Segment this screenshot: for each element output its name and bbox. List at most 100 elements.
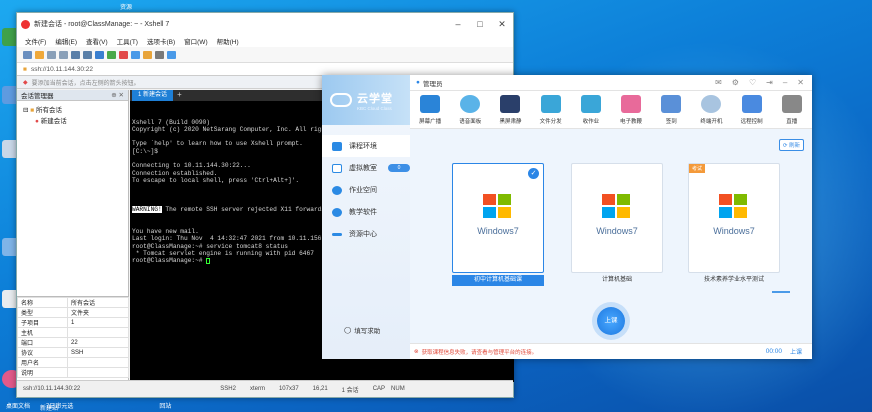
exit-icon[interactable]: ⇥ (766, 78, 773, 87)
tool-pointer[interactable]: 电子教鞭 (614, 95, 648, 125)
taskbar-item-1[interactable]: 桌面文档 (6, 401, 30, 410)
class-toggle-link[interactable]: 上课 (790, 347, 812, 356)
settings-icon[interactable]: ⚙ (732, 78, 739, 87)
property-row: 说明 (17, 367, 129, 378)
lock-icon[interactable] (143, 50, 152, 59)
menu-tab[interactable]: 选项卡(B) (147, 36, 175, 46)
bookmark-icon[interactable]: ◆ (23, 79, 28, 86)
feedback-link[interactable]: ◯ 填写求助 (344, 325, 380, 335)
nav-course-env[interactable]: 课程环境 (322, 135, 410, 157)
property-row: 协议 SSH (17, 347, 129, 358)
status-sessions[interactable]: 1 会话 (342, 385, 359, 394)
course-label-2[interactable]: 计算机基础 (571, 275, 663, 286)
xshell-menubar: 文件(F) 编辑(E) 查看(V) 工具(T) 选项卡(B) 窗口(W) 帮助(… (17, 35, 513, 47)
menu-file[interactable]: 文件(F) (25, 36, 46, 46)
status-address: ssh://10.11.144.30:22 (23, 386, 81, 392)
course-label-1[interactable]: 初中计算机基础课 (452, 275, 544, 286)
class-timer: 00:00 (765, 348, 782, 355)
tool-blackscreen[interactable]: 黑屏肃静 (493, 95, 527, 125)
font-icon[interactable] (155, 50, 164, 59)
card-os-text: Windows7 (596, 226, 638, 236)
disconnect-icon[interactable] (59, 50, 68, 59)
help-icon[interactable] (167, 50, 176, 59)
nav-virtual-classroom[interactable]: 虚拟教室 0 (322, 157, 410, 179)
tab-session[interactable]: 1 新建会话 (132, 90, 174, 101)
copy-icon[interactable] (71, 50, 80, 59)
status-num: NUM (391, 386, 405, 392)
session-manager-header: 会话管理器 ⊕ ✕ (17, 90, 128, 101)
menu-edit[interactable]: 编辑(E) (55, 36, 77, 46)
tool-collect-homework[interactable]: 收作业 (574, 95, 608, 125)
help-circle-icon: ◯ (344, 327, 352, 334)
nav-software[interactable]: 教学软件 (322, 201, 410, 223)
course-label-3[interactable]: 技术素养学业水平测试 (688, 275, 780, 286)
xshell-toolbar (17, 47, 513, 63)
tool-signin[interactable]: 签到 (654, 95, 688, 125)
status-term: xterm (249, 386, 265, 392)
menu-window[interactable]: 窗口(W) (184, 36, 207, 46)
card-os-text: Windows7 (713, 226, 755, 236)
property-key: 用户名 (17, 357, 68, 368)
course-card-1[interactable]: ✓ Windows7 (452, 163, 544, 273)
globe-icon[interactable] (95, 50, 104, 59)
open-folder-icon[interactable] (35, 50, 44, 59)
voice-icon (460, 95, 481, 113)
property-key: 类型 (17, 307, 68, 318)
refresh-button[interactable]: ⟳ 刷新 (778, 139, 804, 151)
status-caps: CAP (372, 386, 386, 392)
tool-power-on[interactable]: 终端开机 (694, 95, 728, 125)
folder-receive-icon (580, 95, 601, 113)
tree-child[interactable]: ● 新建会话 (23, 116, 122, 127)
add-tab-icon[interactable]: + (177, 91, 182, 99)
cloud-logo-icon (330, 93, 352, 107)
property-key: 协议 (17, 347, 68, 358)
windows-logo-icon (483, 194, 511, 218)
maximize-button[interactable]: □ (469, 19, 491, 30)
card-os-text: Windows7 (477, 226, 519, 236)
nav-resources[interactable]: 资源中心 (322, 223, 410, 245)
close-cc-button[interactable]: ✕ (797, 78, 804, 87)
menu-tools[interactable]: 工具(T) (117, 36, 138, 46)
xshell-titlebar[interactable]: 新建会话 - root@ClassManage: ~ - Xshell 7 – … (17, 13, 513, 35)
status-size: 107x37 (278, 386, 299, 392)
connect-icon[interactable] (47, 50, 56, 59)
xftp-icon[interactable] (119, 50, 128, 59)
scroll-indicator[interactable] (772, 291, 790, 293)
menu-view[interactable]: 查看(V) (86, 36, 108, 46)
find-icon[interactable] (83, 50, 92, 59)
chat-icon (332, 185, 342, 195)
property-row: 子项目 1 (17, 317, 129, 328)
start-class-button[interactable]: 上课 (597, 307, 625, 335)
cloudclass-window: 云学堂 KBC Cloud Class 课程环境 虚拟教室 0 作业空间 教学软件… (322, 75, 812, 359)
minimize-button[interactable]: – (447, 19, 469, 30)
error-icon: ⊗ (414, 348, 419, 355)
tool-file-distribute[interactable]: 文件分发 (534, 95, 568, 125)
blackscreen-icon (500, 95, 521, 113)
course-card-3[interactable]: 考试 Windows7 (688, 163, 780, 273)
monitor-icon (332, 163, 342, 173)
menu-help[interactable]: 帮助(H) (217, 36, 239, 46)
nav-homework[interactable]: 作业空间 (322, 179, 410, 201)
new-session-icon[interactable] (23, 50, 32, 59)
close-button[interactable]: ✕ (491, 19, 513, 30)
pin-close-icon[interactable]: ⊕ ✕ (111, 91, 124, 99)
mail-icon[interactable]: ✉ (715, 78, 722, 87)
course-card-2[interactable]: Windows7 (571, 163, 663, 273)
power-icon (701, 95, 722, 113)
desktop-top-label: 资源 (120, 5, 133, 11)
user-name[interactable]: 管理员 (423, 78, 443, 88)
cloudclass-sidebar: 云学堂 KBC Cloud Class 课程环境 虚拟教室 0 作业空间 教学软件… (322, 75, 410, 359)
tool-remote[interactable]: 远程控制 (735, 95, 769, 125)
tool-voice[interactable]: 语音面板 (453, 95, 487, 125)
tool-live[interactable]: 直播 (775, 95, 809, 125)
fullscreen-icon[interactable] (131, 50, 140, 59)
remote-icon (741, 95, 762, 113)
property-value: 文件夹 (67, 307, 129, 318)
tool-broadcast[interactable]: 屏幕广播 (413, 95, 447, 125)
tree-root[interactable]: ⊟ ■ 所有会话 (23, 105, 122, 116)
taskbar-item-3[interactable]: 回站 (159, 401, 171, 410)
minimize-cc-button[interactable]: – (783, 78, 787, 87)
shirt-icon[interactable]: ♡ (749, 78, 756, 87)
virtual-classroom-toggle[interactable]: 0 (388, 164, 410, 172)
color-icon[interactable] (107, 50, 116, 59)
